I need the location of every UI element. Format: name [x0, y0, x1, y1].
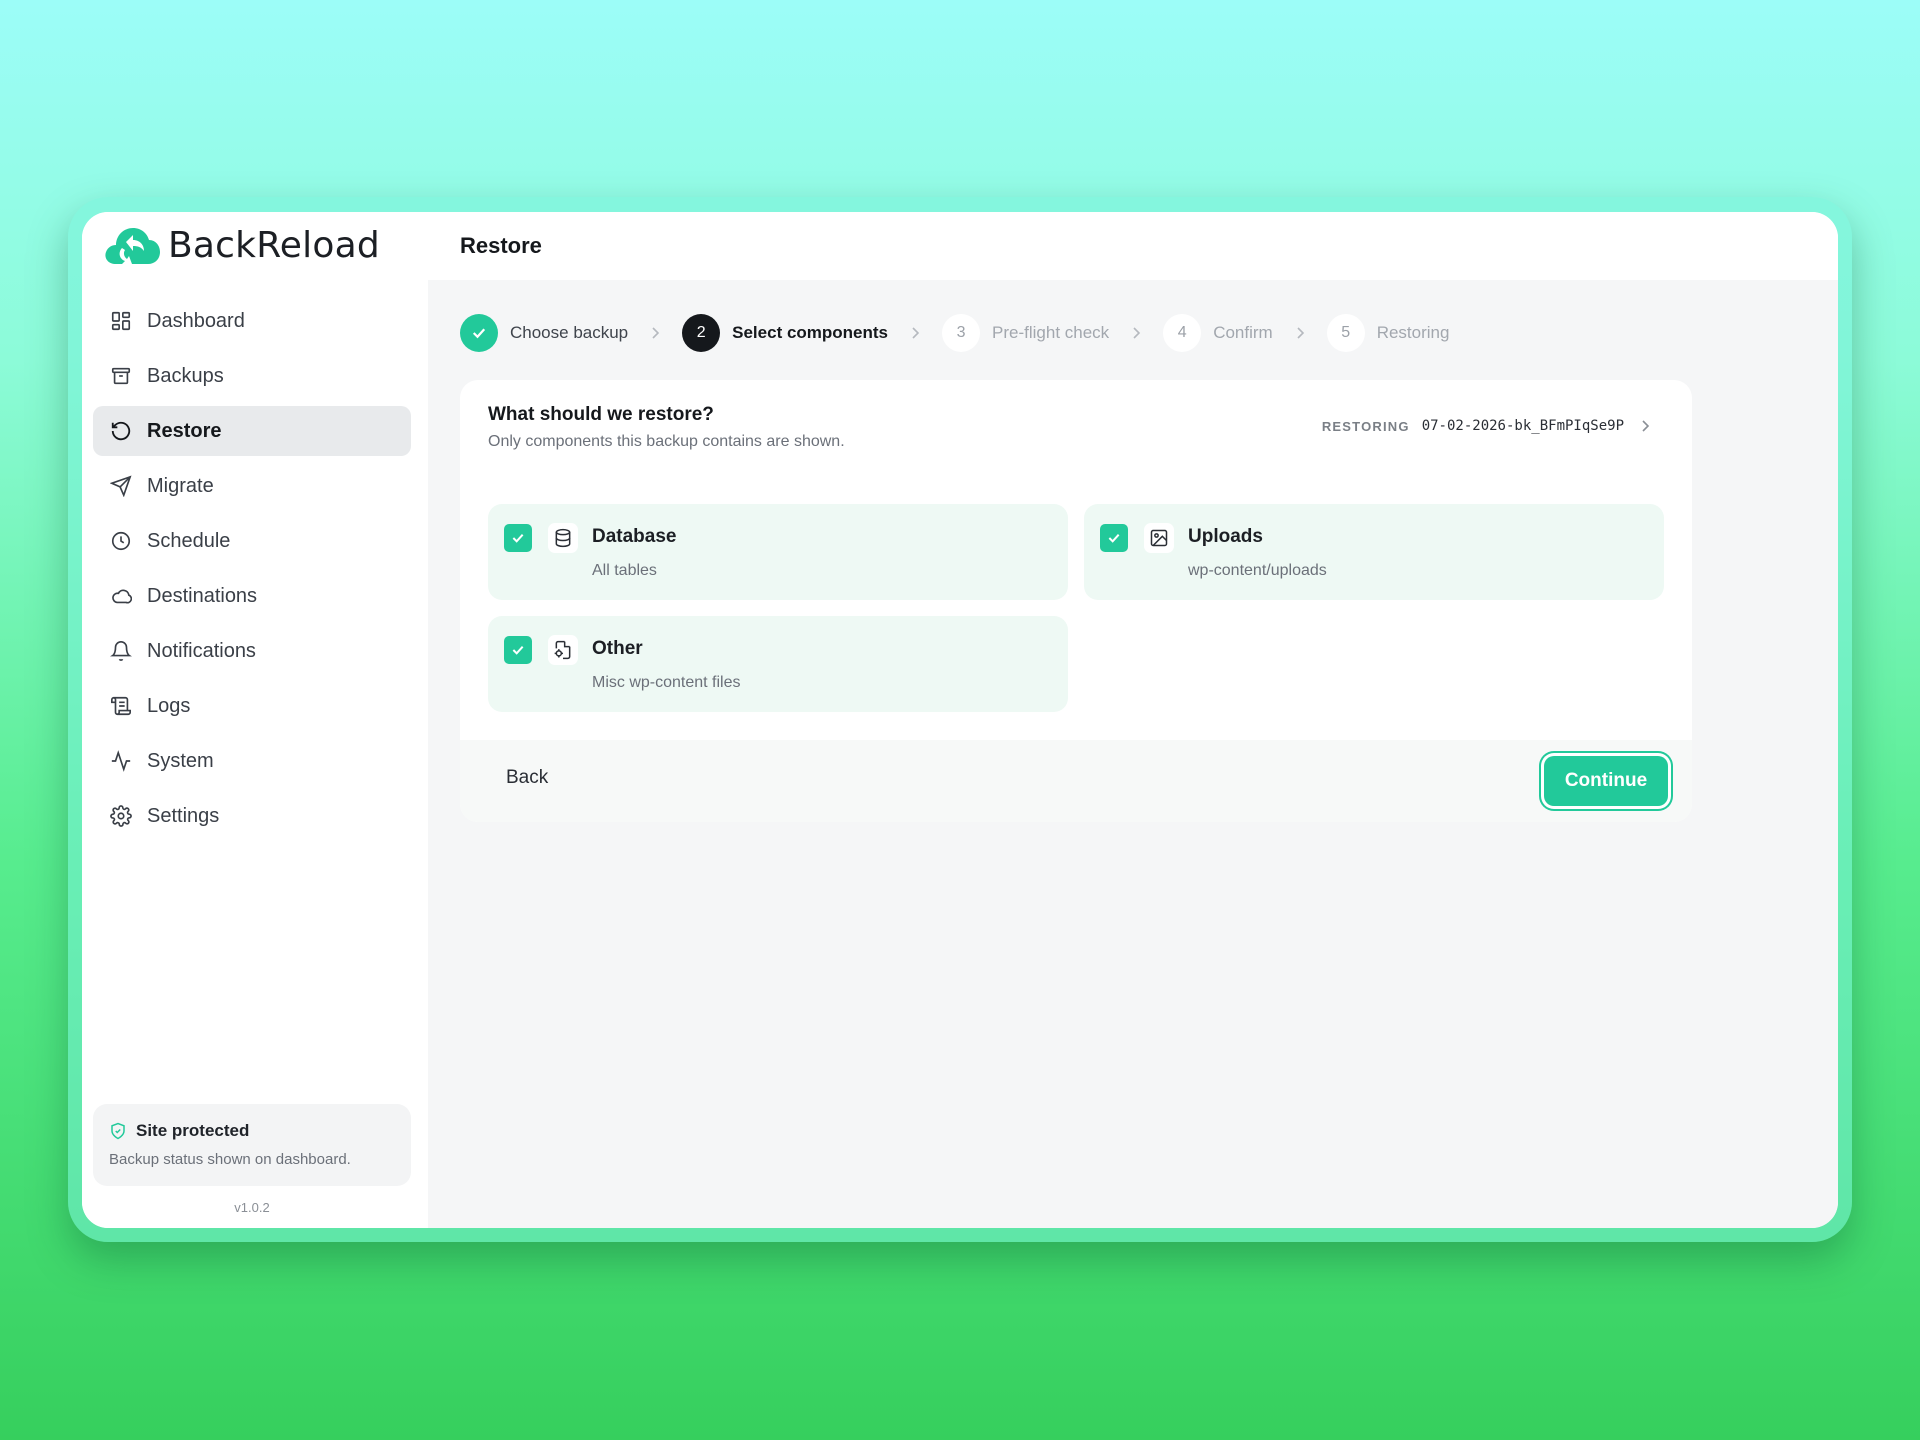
sidebar-item-label: Dashboard: [147, 309, 245, 332]
continue-button[interactable]: Continue: [1544, 756, 1668, 806]
sidebar-item-logs[interactable]: Logs: [93, 681, 411, 731]
image-icon: [1144, 523, 1174, 553]
shield-check-icon: [111, 1122, 125, 1140]
status-title-text: Site protected: [136, 1121, 250, 1140]
step-label: Restoring: [1376, 323, 1450, 342]
sidebar-item-label: Schedule: [147, 529, 231, 552]
sidebar-item-restore[interactable]: Restore: [93, 406, 411, 456]
sidebar-item-destinations[interactable]: Destinations: [93, 571, 411, 621]
chevron-right-icon: [1131, 326, 1141, 340]
sidebar-item-label: Migrate: [147, 474, 214, 497]
activity-icon: [110, 750, 132, 772]
step-check-icon: [460, 314, 498, 352]
restore-components-card: What should we restore? Only components …: [460, 380, 1692, 822]
sidebar-item-label: System: [147, 749, 214, 772]
component-description: All tables: [592, 562, 657, 579]
sidebar-item-notifications[interactable]: Notifications: [93, 626, 411, 676]
card-subtitle: Only components this backup contains are…: [488, 433, 845, 450]
sidebar-item-label: Backups: [147, 364, 224, 387]
other-checkbox[interactable]: [504, 636, 532, 664]
database-icon: [548, 523, 578, 553]
step-number: 2: [682, 314, 721, 352]
backup-id: 07-02-2026-bk_BFmPIqSe9P: [1421, 418, 1624, 434]
app-version: v1.0.2: [234, 1200, 270, 1215]
back-button[interactable]: Back: [506, 767, 548, 789]
component-name: Uploads: [1188, 526, 1263, 547]
sidebar-item-system[interactable]: System: [93, 736, 411, 786]
component-uploads[interactable]: Uploads wp-content/uploads: [1084, 504, 1664, 600]
restore-icon: [110, 420, 132, 442]
step-select-components[interactable]: 2 Select components: [682, 314, 888, 352]
chevron-right-icon: [650, 326, 660, 340]
page-header: Restore: [428, 212, 1838, 280]
uploads-checkbox[interactable]: [1100, 524, 1128, 552]
check-icon: [512, 645, 524, 655]
clock-icon: [110, 530, 132, 552]
check-icon: [1108, 533, 1120, 543]
sidebar-item-backups[interactable]: Backups: [93, 351, 411, 401]
gear-icon: [110, 805, 132, 827]
step-number: 5: [1326, 314, 1365, 352]
card-footer: Back Continue: [460, 740, 1692, 822]
component-name: Database: [592, 526, 677, 547]
component-other[interactable]: Other Misc wp-content files: [488, 616, 1068, 712]
step-label: Choose backup: [510, 323, 629, 342]
cloud-icon: [110, 585, 132, 607]
step-label: Confirm: [1213, 323, 1273, 342]
page-title: Restore: [460, 233, 542, 258]
archive-icon: [110, 365, 132, 387]
step-restoring: 5 Restoring: [1326, 314, 1450, 352]
sidebar-nav: Dashboard Backups Restore Migrate Schedu…: [93, 296, 411, 846]
restoring-label: RESTORING: [1321, 418, 1410, 434]
step-number: 3: [942, 314, 981, 352]
step-label: Pre-flight check: [992, 323, 1110, 342]
send-icon: [110, 475, 132, 497]
cloud-logo-icon: [105, 228, 160, 264]
sidebar-item-label: Restore: [147, 419, 222, 442]
component-description: wp-content/uploads: [1188, 562, 1327, 579]
protection-status-card: Site protected Backup status shown on da…: [93, 1104, 411, 1186]
main-content: Choose backup 2 Select components 3 Pre-…: [428, 280, 1838, 1228]
sidebar-item-dashboard[interactable]: Dashboard: [93, 296, 411, 346]
scroll-icon: [110, 695, 132, 717]
sidebar-item-label: Destinations: [147, 584, 258, 607]
bell-icon: [110, 640, 132, 662]
chevron-right-icon: [910, 326, 920, 340]
sidebar-item-migrate[interactable]: Migrate: [93, 461, 411, 511]
step-confirm: 4 Confirm: [1163, 314, 1273, 352]
check-icon: [512, 533, 524, 543]
app-window: BackReload Dashboard Backups Restore Mig…: [82, 212, 1838, 1228]
sidebar-item-label: Notifications: [147, 639, 256, 662]
step-number: 4: [1163, 314, 1202, 352]
app-name: BackReload: [168, 224, 380, 266]
sidebar-item-settings[interactable]: Settings: [93, 791, 411, 841]
status-subtitle: Backup status shown on dashboard.: [109, 1151, 351, 1168]
component-name: Other: [592, 638, 643, 659]
sidebar-item-schedule[interactable]: Schedule: [93, 516, 411, 566]
chevron-right-icon: [1295, 326, 1305, 340]
component-description: Misc wp-content files: [592, 674, 741, 691]
sidebar-item-label: Logs: [147, 694, 191, 717]
component-database[interactable]: Database All tables: [488, 504, 1068, 600]
restoring-backup-link[interactable]: RESTORING 07-02-2026-bk_BFmPIqSe9P: [1322, 418, 1650, 434]
chevron-right-icon: [1642, 420, 1650, 432]
step-pre-flight-check: 3 Pre-flight check: [942, 314, 1109, 352]
sidebar-item-label: Settings: [147, 804, 220, 827]
card-title: What should we restore?: [488, 404, 714, 425]
step-choose-backup[interactable]: Choose backup: [460, 314, 628, 352]
brand-logo[interactable]: BackReload: [102, 220, 380, 270]
sidebar: BackReload Dashboard Backups Restore Mig…: [82, 212, 428, 1228]
file-cog-icon: [548, 635, 578, 665]
database-checkbox[interactable]: [504, 524, 532, 552]
step-label: Select components: [732, 323, 889, 342]
restore-stepper: Choose backup 2 Select components 3 Pre-…: [460, 314, 1449, 352]
dashboard-icon: [110, 310, 132, 332]
status-title: Site protected: [109, 1121, 395, 1141]
